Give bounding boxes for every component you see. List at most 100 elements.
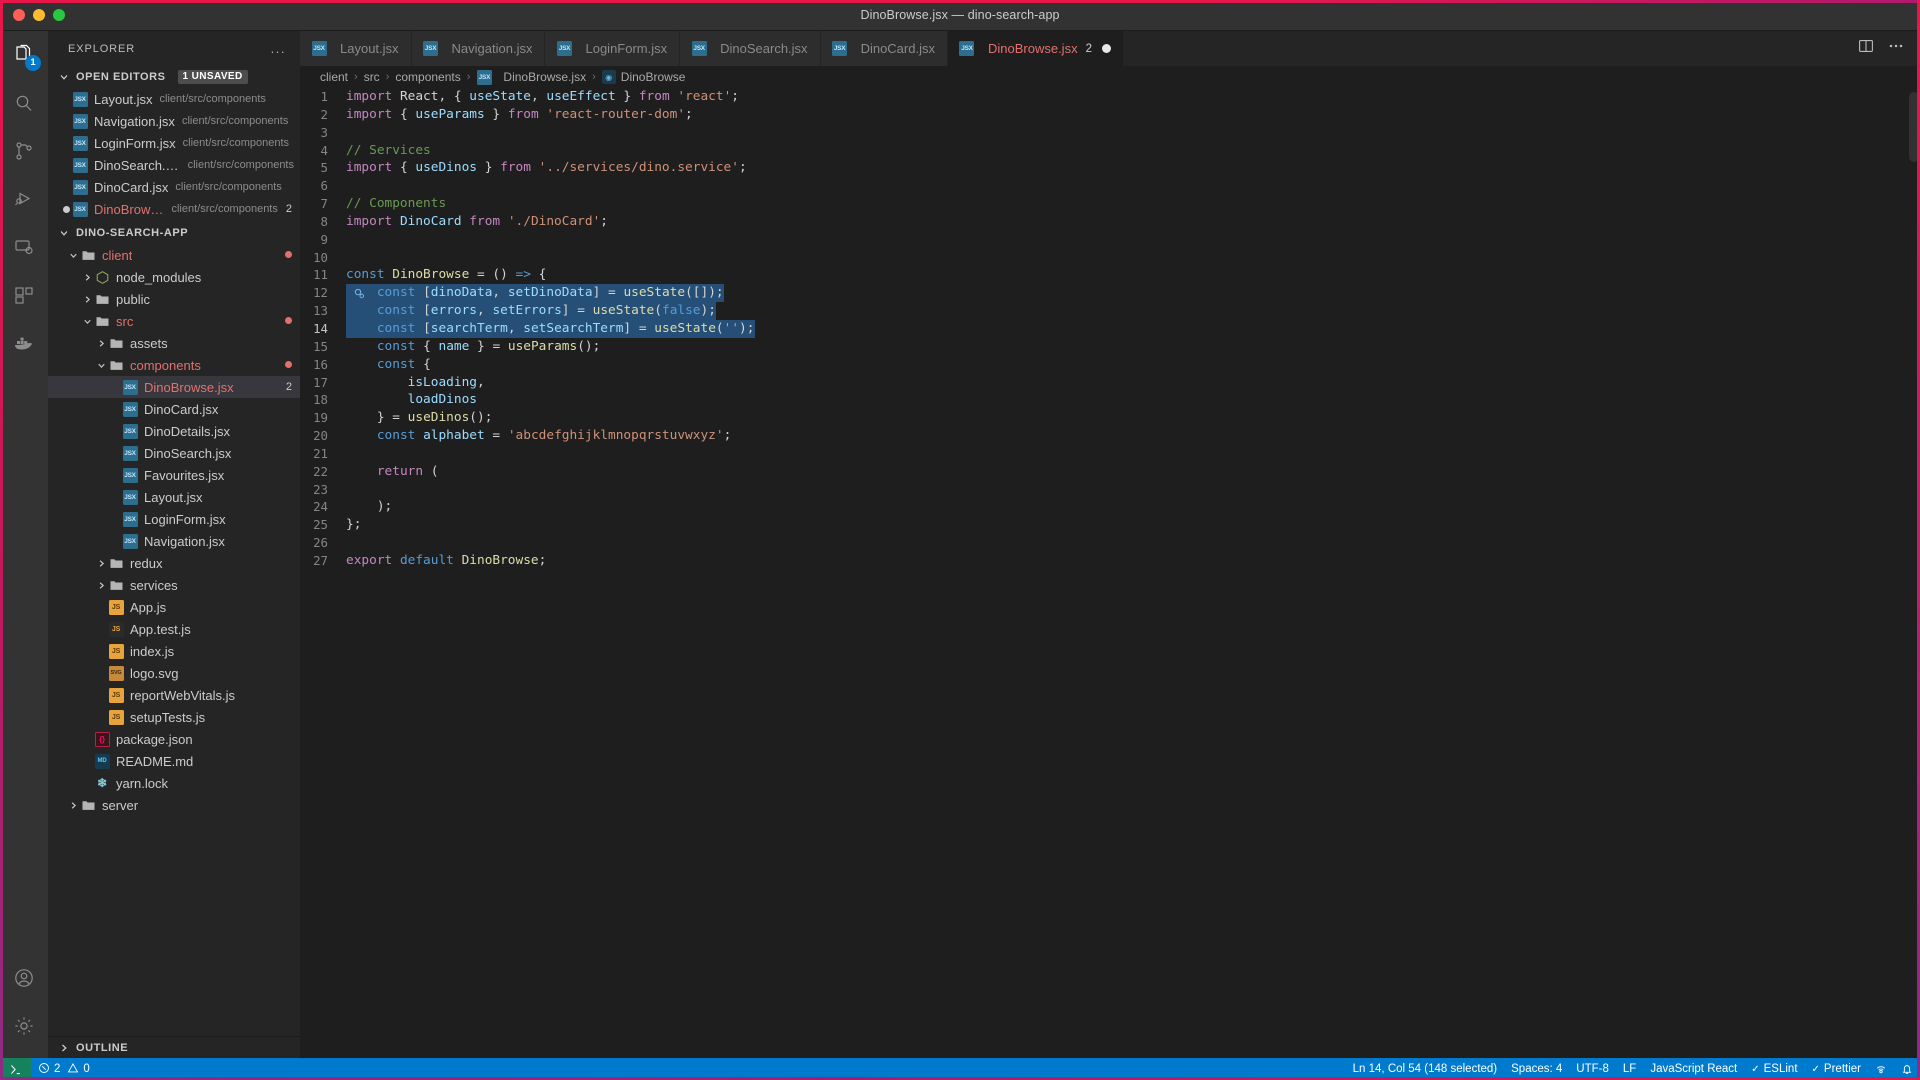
code-line[interactable]: 25}; bbox=[300, 516, 1920, 534]
activity-item-explorer[interactable]: 1 bbox=[0, 31, 48, 79]
chevron-right-icon[interactable] bbox=[94, 580, 108, 591]
file-tree-item[interactable]: JSX DinoDetails.jsx bbox=[48, 420, 300, 442]
code-line[interactable]: 17 isLoading, bbox=[300, 374, 1920, 392]
code-line[interactable]: 24 ); bbox=[300, 498, 1920, 516]
breadcrumb-item[interactable]: JSX DinoBrowse.jsx bbox=[476, 69, 586, 85]
file-tree-item[interactable]: components bbox=[48, 354, 300, 376]
breadcrumb-item[interactable]: components bbox=[395, 70, 460, 84]
code-line[interactable]: 27 export default DinoBrowse; bbox=[300, 552, 1920, 570]
file-tree-item[interactable]: {} package.json bbox=[48, 728, 300, 750]
code-line[interactable]: 1 import React, { useState, useEffect } f… bbox=[300, 88, 1920, 106]
file-tree-item[interactable]: JSX Favourites.jsx bbox=[48, 464, 300, 486]
code-line[interactable]: 11 const DinoBrowse = () => { bbox=[300, 266, 1920, 284]
code-line[interactable]: 6 bbox=[300, 177, 1920, 195]
file-tree-item[interactable]: public bbox=[48, 288, 300, 310]
code-line[interactable]: 8 import DinoCard from './DinoCard'; bbox=[300, 213, 1920, 231]
activity-item-extensions[interactable] bbox=[0, 271, 48, 319]
chevron-down-icon[interactable] bbox=[80, 316, 94, 327]
file-tree-item[interactable]: SVG logo.svg bbox=[48, 662, 300, 684]
file-tree-item[interactable]: JS setupTests.js bbox=[48, 706, 300, 728]
code-line[interactable]: 22 return ( bbox=[300, 463, 1920, 481]
breadcrumb-item[interactable]: client bbox=[320, 70, 348, 84]
file-tree-item[interactable]: services bbox=[48, 574, 300, 596]
section-open-editors[interactable]: OPEN EDITORS 1 UNSAVED bbox=[48, 66, 300, 88]
chevron-right-icon[interactable] bbox=[94, 338, 108, 349]
code-editor[interactable]: 1 import React, { useState, useEffect } f… bbox=[300, 88, 1920, 1058]
editor-tab[interactable]: JSX DinoSearch.jsx bbox=[680, 31, 821, 66]
editor-tab-dirty-dot[interactable] bbox=[1101, 44, 1111, 53]
file-tree-item-selected[interactable]: JSX DinoBrowse.jsx 2 bbox=[48, 376, 300, 398]
close-window-button[interactable] bbox=[13, 9, 25, 21]
code-line[interactable]: 19 } = useDinos(); bbox=[300, 409, 1920, 427]
code-line[interactable]: 16 const { bbox=[300, 356, 1920, 374]
chevron-right-icon[interactable] bbox=[80, 272, 94, 283]
file-tree-item[interactable]: JS App.test.js bbox=[48, 618, 300, 640]
file-tree-item[interactable]: assets bbox=[48, 332, 300, 354]
code-line[interactable]: 12 const [dinoData, setDinoData] = useSt… bbox=[300, 284, 1920, 303]
code-line[interactable]: 20 const alphabet = 'abcdefghijklmnopqrs… bbox=[300, 427, 1920, 445]
code-line[interactable]: 5 import { useDinos } from '../services/d… bbox=[300, 159, 1920, 177]
more-actions-icon[interactable] bbox=[1888, 38, 1904, 59]
maximize-window-button[interactable] bbox=[53, 9, 65, 21]
file-tree-item[interactable]: JSX Navigation.jsx bbox=[48, 530, 300, 552]
breadcrumb-item[interactable]: src bbox=[364, 70, 380, 84]
file-tree-item[interactable]: MD README.md bbox=[48, 750, 300, 772]
open-editor-item[interactable]: JSX LoginForm.jsx client/src/components bbox=[48, 132, 300, 154]
minimize-window-button[interactable] bbox=[33, 9, 45, 21]
code-line[interactable]: 9 bbox=[300, 231, 1920, 249]
file-tree-item[interactable]: src bbox=[48, 310, 300, 332]
open-editor-item[interactable]: JSX Layout.jsx client/src/components bbox=[48, 88, 300, 110]
code-line[interactable]: 3 bbox=[300, 124, 1920, 142]
breadcrumb-item[interactable]: ◉ DinoBrowse bbox=[601, 70, 685, 84]
open-editor-item[interactable]: JSX Navigation.jsx client/src/components bbox=[48, 110, 300, 132]
code-line[interactable]: 15 const { name } = useParams(); bbox=[300, 338, 1920, 356]
code-line[interactable]: 26 bbox=[300, 534, 1920, 552]
sidebar-more-actions-icon[interactable]: ... bbox=[271, 41, 290, 56]
activity-item-manage[interactable] bbox=[0, 1002, 48, 1050]
editor-tab[interactable]: JSX DinoCard.jsx bbox=[820, 31, 948, 66]
code-content[interactable]: 1 import React, { useState, useEffect } f… bbox=[300, 88, 1920, 570]
file-tree-item[interactable]: JSX Layout.jsx bbox=[48, 486, 300, 508]
references-icon[interactable] bbox=[346, 284, 372, 302]
split-editor-icon[interactable] bbox=[1858, 38, 1874, 59]
code-line[interactable]: 18 loadDinos bbox=[300, 391, 1920, 409]
editor-tab[interactable]: JSX LoginForm.jsx bbox=[545, 31, 681, 66]
editor-tab[interactable]: JSX Layout.jsx bbox=[300, 31, 412, 66]
file-tree-item[interactable]: client bbox=[48, 244, 300, 266]
activity-item-accounts[interactable] bbox=[0, 954, 48, 1002]
chevron-down-icon[interactable] bbox=[66, 250, 80, 261]
editor-tab[interactable]: JSX Navigation.jsx bbox=[411, 31, 546, 66]
file-tree-item[interactable]: JS index.js bbox=[48, 640, 300, 662]
activity-item-search[interactable] bbox=[0, 79, 48, 127]
file-tree-item[interactable]: redux bbox=[48, 552, 300, 574]
open-editor-item[interactable]: JSX DinoBrowse.jsx client/src/components 2 bbox=[48, 198, 300, 220]
file-tree-item[interactable]: JSX DinoSearch.jsx bbox=[48, 442, 300, 464]
file-tree-item[interactable]: ❄ yarn.lock bbox=[48, 772, 300, 794]
activity-item-remote-explorer[interactable] bbox=[0, 223, 48, 271]
chevron-right-icon[interactable] bbox=[94, 558, 108, 569]
chevron-down-icon[interactable] bbox=[94, 360, 108, 371]
editor-tab-active[interactable]: JSX DinoBrowse.jsx 2 bbox=[947, 31, 1124, 66]
activity-item-docker[interactable] bbox=[0, 319, 48, 367]
file-tree-item[interactable]: JS App.js bbox=[48, 596, 300, 618]
code-line[interactable]: 13 const [errors, setErrors] = useState(… bbox=[300, 302, 1920, 320]
open-editor-item[interactable]: JSX DinoCard.jsx client/src/components bbox=[48, 176, 300, 198]
activity-item-source-control[interactable] bbox=[0, 127, 48, 175]
section-outline[interactable]: OUTLINE bbox=[48, 1036, 300, 1058]
file-tree-item[interactable]: node_modules bbox=[48, 266, 300, 288]
file-tree-item[interactable]: JSX LoginForm.jsx bbox=[48, 508, 300, 530]
chevron-right-icon[interactable] bbox=[80, 294, 94, 305]
code-line[interactable]: 4 // Services bbox=[300, 142, 1920, 160]
code-line[interactable]: 23 bbox=[300, 481, 1920, 499]
section-project-root[interactable]: DINO-SEARCH-APP bbox=[48, 222, 300, 244]
chevron-right-icon[interactable] bbox=[66, 800, 80, 811]
file-tree-item[interactable]: JSX DinoCard.jsx bbox=[48, 398, 300, 420]
open-editor-item[interactable]: JSX DinoSearch.jsx client/src/components bbox=[48, 154, 300, 176]
activity-item-run-and-debug[interactable] bbox=[0, 175, 48, 223]
code-line[interactable]: 2 import { useParams } from 'react-router… bbox=[300, 106, 1920, 124]
file-tree-item[interactable]: server bbox=[48, 794, 300, 816]
code-line[interactable]: 10 bbox=[300, 249, 1920, 267]
code-line[interactable]: 21 bbox=[300, 445, 1920, 463]
file-tree-item[interactable]: JS reportWebVitals.js bbox=[48, 684, 300, 706]
code-line[interactable]: 14 const [searchTerm, setSearchTerm] = u… bbox=[300, 319, 1920, 338]
